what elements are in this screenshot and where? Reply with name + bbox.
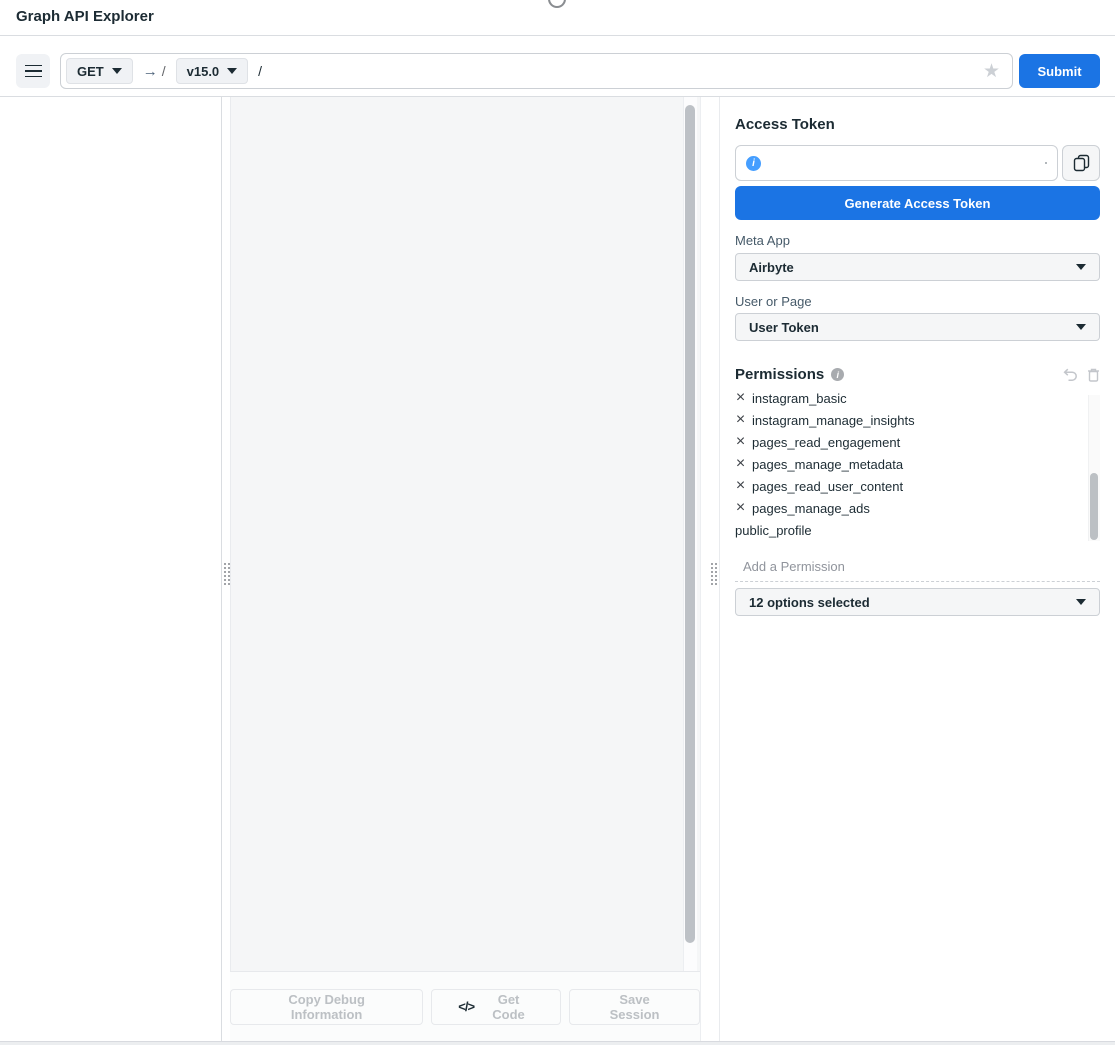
- permissions-list: × instagram_basic × instagram_manage_ins…: [735, 390, 1100, 541]
- menu-button[interactable]: [16, 54, 50, 88]
- arrow-separator: →: [143, 63, 158, 80]
- permission-item: × pages_manage_metadata: [735, 453, 1100, 475]
- permissions-summary-value: 12 options selected: [749, 595, 870, 610]
- copy-token-button[interactable]: [1062, 145, 1100, 181]
- permission-label: instagram_manage_insights: [752, 413, 915, 428]
- permission-label: pages_manage_metadata: [752, 457, 903, 472]
- undo-icon[interactable]: [1063, 368, 1078, 382]
- bottom-edge: [0, 1041, 1115, 1045]
- access-token-title: Access Token: [735, 116, 1100, 133]
- method-label: GET: [77, 64, 104, 79]
- response-scrollbar-thumb[interactable]: [685, 105, 695, 943]
- submit-button[interactable]: Submit: [1019, 54, 1100, 88]
- meta-app-label: Meta App: [735, 233, 1100, 248]
- bookmark-star-icon[interactable]: ★: [983, 62, 1000, 81]
- method-dropdown[interactable]: GET: [66, 58, 133, 84]
- copy-debug-label: Copy Debug Information: [257, 992, 396, 1022]
- permission-label: pages_read_engagement: [752, 435, 900, 450]
- remove-permission-icon[interactable]: ×: [735, 412, 746, 428]
- permission-item: × instagram_basic: [735, 390, 1100, 409]
- get-code-button[interactable]: </> Get Code: [431, 989, 561, 1025]
- permissions-title: Permissions: [735, 366, 824, 383]
- chevron-down-icon: [1076, 324, 1086, 330]
- permissions-header: Permissions i: [735, 366, 1100, 383]
- save-session-button[interactable]: Save Session: [569, 989, 700, 1025]
- request-field[interactable]: GET → / v15.0 / ★: [60, 53, 1013, 89]
- permission-item: × pages_read_engagement: [735, 431, 1100, 453]
- left-sidebar: [0, 97, 222, 1041]
- chevron-down-icon: [227, 68, 237, 74]
- search-icon[interactable]: [546, 0, 570, 9]
- save-session-label: Save Session: [596, 992, 673, 1022]
- code-icon: </>: [458, 999, 474, 1014]
- permission-label: pages_manage_ads: [752, 501, 870, 516]
- copy-debug-button[interactable]: Copy Debug Information: [230, 989, 423, 1025]
- chevron-down-icon: [1076, 599, 1086, 605]
- generate-access-token-button[interactable]: Generate Access Token: [735, 186, 1100, 220]
- permission-label: pages_read_user_content: [752, 479, 903, 494]
- trash-icon[interactable]: [1087, 368, 1100, 382]
- user-or-page-value: User Token: [749, 320, 819, 335]
- add-permission-field: [735, 552, 1100, 582]
- remove-permission-icon[interactable]: ×: [735, 478, 746, 494]
- token-cursor-dot: [1045, 162, 1047, 164]
- meta-app-select[interactable]: Airbyte: [735, 253, 1100, 281]
- version-label: v15.0: [187, 64, 220, 79]
- remove-permission-icon[interactable]: ×: [735, 456, 746, 472]
- request-path-input[interactable]: /: [258, 63, 262, 79]
- user-or-page-label: User or Page: [735, 294, 1100, 309]
- token-panel: Access Token i Generate Access Token Met…: [720, 97, 1115, 1041]
- page-title: Graph API Explorer: [16, 8, 154, 25]
- permission-item: × pages_read_user_content: [735, 475, 1100, 497]
- copy-icon: [1073, 154, 1090, 172]
- permissions-summary-select[interactable]: 12 options selected: [735, 588, 1100, 616]
- user-or-page-select[interactable]: User Token: [735, 313, 1100, 341]
- permissions-scrollbar-thumb[interactable]: [1090, 473, 1098, 540]
- response-scrollbar-track[interactable]: [683, 97, 697, 971]
- permission-label: public_profile: [735, 523, 812, 538]
- remove-permission-icon[interactable]: ×: [735, 500, 746, 516]
- info-icon[interactable]: i: [746, 156, 761, 171]
- permission-item: × pages_manage_ads: [735, 497, 1100, 519]
- response-panel: Copy Debug Information </> Get Code Save…: [230, 97, 700, 1041]
- add-permission-input[interactable]: [735, 559, 1100, 574]
- root-slash: /: [162, 63, 166, 79]
- app-header: Graph API Explorer: [0, 0, 1115, 36]
- remove-permission-icon[interactable]: ×: [735, 390, 746, 406]
- chevron-down-icon: [1076, 264, 1086, 270]
- meta-app-value: Airbyte: [749, 260, 794, 275]
- request-toolbar: GET → / v15.0 / ★ Submit: [0, 37, 1115, 97]
- permission-item: × instagram_manage_insights: [735, 409, 1100, 431]
- access-token-field[interactable]: i: [735, 145, 1058, 181]
- access-token-input[interactable]: [769, 156, 1045, 171]
- right-resize-handle[interactable]: [710, 562, 718, 586]
- get-code-label: Get Code: [483, 992, 534, 1022]
- response-footer: Copy Debug Information </> Get Code Save…: [230, 971, 700, 1041]
- version-dropdown[interactable]: v15.0: [176, 58, 249, 84]
- info-icon[interactable]: i: [831, 368, 844, 381]
- chevron-down-icon: [112, 68, 122, 74]
- permissions-scrollbar-track[interactable]: [1088, 395, 1100, 541]
- response-viewer[interactable]: [230, 97, 700, 971]
- permission-label: instagram_basic: [752, 391, 847, 406]
- remove-permission-icon[interactable]: ×: [735, 434, 746, 450]
- hamburger-icon: [25, 65, 42, 78]
- graph-api-explorer-page: Graph API Explorer GET → / v15.0 / ★ Sub…: [0, 0, 1115, 1045]
- permission-item: public_profile: [735, 519, 1100, 541]
